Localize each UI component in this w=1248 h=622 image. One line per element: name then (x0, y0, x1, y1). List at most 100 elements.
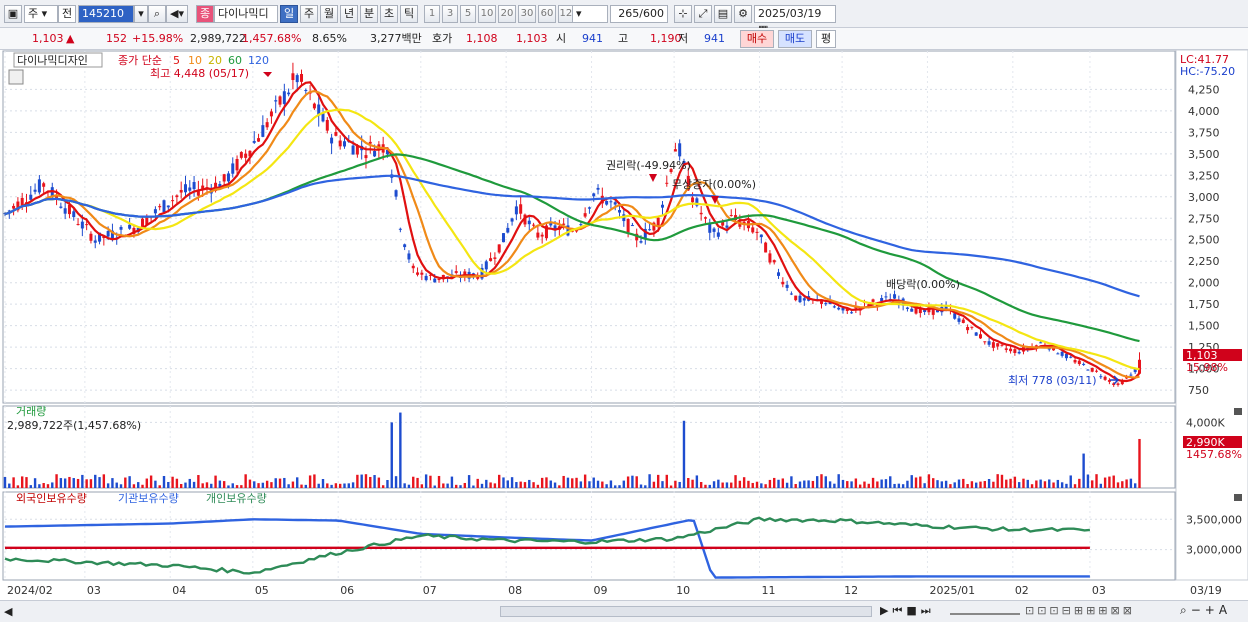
crosshair-icon[interactable]: ⊹ (674, 5, 692, 23)
volume-bar (72, 478, 75, 488)
date-input[interactable]: 2025/03/19 ▦ (754, 5, 836, 36)
volume-bar (192, 481, 196, 488)
volume-bar (510, 477, 514, 488)
volume-bar (167, 481, 170, 488)
volume-bar (755, 481, 759, 488)
horizontal-scrollbar[interactable] (500, 606, 872, 617)
eval-button[interactable]: 평 (816, 30, 836, 48)
volume-bar (403, 483, 406, 488)
volume-bar (261, 482, 265, 488)
draw-tool-icon[interactable]: ⤢ (694, 5, 712, 23)
save-icon[interactable]: ▤ (714, 5, 732, 23)
candle-body (549, 223, 553, 226)
timeframe-button[interactable]: 분 (360, 5, 378, 23)
timeframe-button[interactable]: 틱 (400, 5, 418, 23)
minute-step-button[interactable]: 10 (478, 5, 496, 23)
volume-bar (1133, 483, 1137, 488)
volume-bar (901, 484, 905, 488)
count-field[interactable]: 265/600 (610, 5, 668, 23)
minute-step-button[interactable]: 20 (498, 5, 516, 23)
volume-bar (326, 483, 329, 488)
candle-body (188, 187, 192, 191)
speaker-icon[interactable]: ◀▾ (166, 5, 188, 23)
y-tick-label: 2,000 (1188, 277, 1220, 290)
candle-body (334, 132, 338, 136)
candle-body (364, 155, 368, 159)
candle-body (433, 278, 437, 283)
candle-body (93, 240, 97, 243)
volume-bar (897, 483, 901, 488)
timeframe-button[interactable]: 월 (320, 5, 338, 23)
candle-body (514, 206, 518, 215)
volume-bar (1030, 484, 1034, 488)
volume-bar (846, 481, 849, 488)
timeframe-button[interactable]: 년 (340, 5, 358, 23)
volume-bar (648, 474, 651, 488)
scope-select[interactable]: 전 (58, 5, 76, 23)
search-icon[interactable]: ⌕ (148, 5, 166, 23)
x-tick-label: 03 (87, 584, 101, 597)
volume-bar (270, 482, 273, 488)
candle-body (269, 111, 273, 117)
candle-body (703, 217, 707, 219)
volume-bar (695, 475, 699, 488)
trade-amount: 3,277백만 (370, 32, 422, 45)
candle-body (592, 193, 596, 197)
scroll-left-icon[interactable]: ◀ (4, 605, 12, 618)
minute-step-button[interactable]: 3 (442, 5, 458, 23)
count-select[interactable]: ▾ (572, 5, 608, 23)
timeframe-button[interactable]: 초 (380, 5, 398, 23)
timeframe-button[interactable]: 일 (280, 5, 298, 23)
candle-body (12, 205, 16, 209)
volume-bar (300, 484, 303, 488)
minute-step-button[interactable]: 60 (538, 5, 556, 23)
volume-bar (571, 478, 574, 488)
gear-icon[interactable]: ⚙ (734, 5, 752, 23)
volume-bar (334, 483, 338, 488)
volume-bar (815, 476, 819, 488)
y-tick-label: 750 (1188, 384, 1209, 397)
candle-body (648, 229, 652, 231)
playback-controls[interactable]: ▶⏮■⏭ (880, 604, 935, 618)
candle-body (794, 295, 798, 301)
layout-tools[interactable]: ⊡⊡⊡⊟⊞⊞⊞⊠⊠ (1025, 604, 1135, 617)
volume-bar (953, 482, 956, 488)
candle-body (85, 224, 89, 226)
volume-bar (785, 482, 789, 488)
volume-bar (184, 482, 187, 488)
volume-bar (798, 481, 802, 488)
panel-close-icon[interactable] (1234, 494, 1242, 501)
window-icon[interactable]: ▣ (4, 5, 22, 23)
candle-body (837, 307, 841, 310)
candle-body (540, 234, 544, 237)
volume-bar (317, 483, 320, 488)
zoom-controls[interactable]: ⌕−+A (1180, 603, 1231, 618)
candle-body (265, 122, 269, 128)
minute-step-button[interactable]: 5 (460, 5, 476, 23)
volume-bar (669, 485, 673, 488)
volume-bar (773, 477, 776, 488)
volume-bar (162, 475, 166, 488)
sell-button[interactable]: 매도 (778, 30, 812, 48)
timeframe-button[interactable]: 주 (300, 5, 318, 23)
minute-step-button[interactable]: 30 (518, 5, 536, 23)
panel-close-icon[interactable] (1234, 408, 1242, 415)
candle-body (785, 284, 789, 288)
chevron-down-icon[interactable]: ▾ (134, 5, 148, 23)
candle-body (226, 173, 230, 182)
volume-bar (407, 484, 411, 488)
volume-bar (742, 477, 746, 488)
volume-bar (996, 474, 999, 488)
buy-button[interactable]: 매수 (740, 30, 774, 48)
minute-step-button[interactable]: 1 (424, 5, 440, 23)
candle-body (755, 231, 759, 233)
volume-bar (871, 477, 875, 488)
zoom-slider[interactable] (950, 605, 1020, 615)
volume-bar (1039, 479, 1042, 488)
stock-code-input[interactable]: 145210 (78, 5, 134, 23)
table-view-icon[interactable] (8, 69, 24, 85)
volume-bar (68, 476, 71, 488)
candle-body (978, 334, 982, 339)
candle-body (506, 227, 510, 233)
period-select[interactable]: 주 ▾ (24, 5, 58, 23)
